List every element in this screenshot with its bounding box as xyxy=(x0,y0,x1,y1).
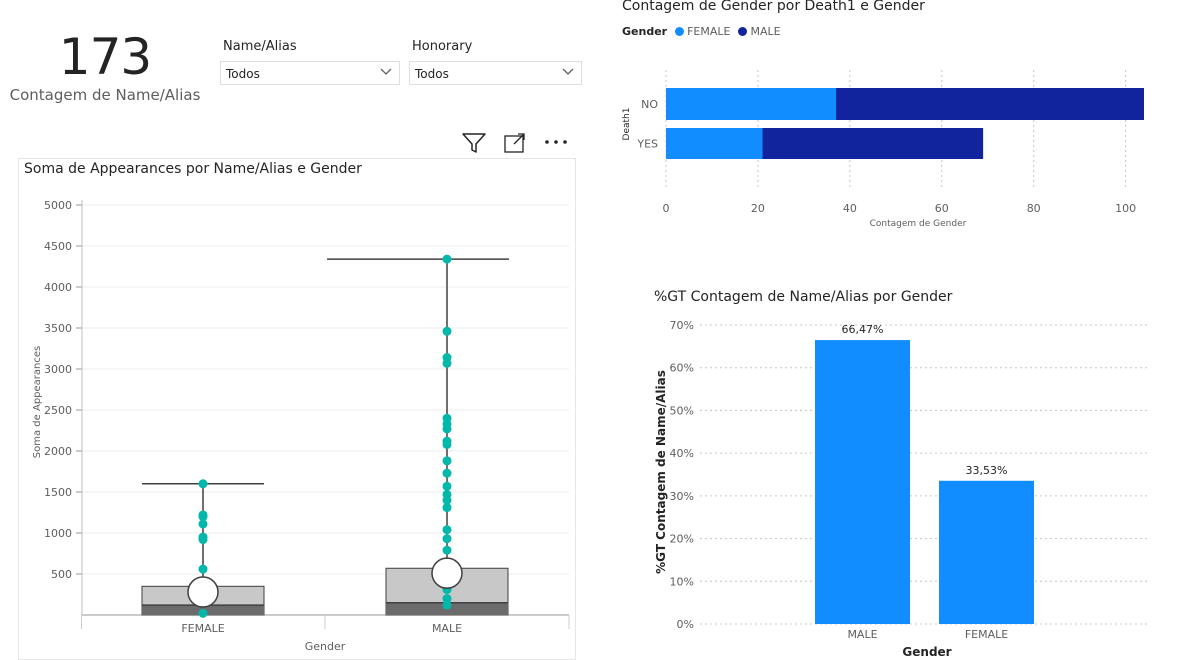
data-point xyxy=(442,456,452,466)
kpi-label: Contagem de Name/Alias xyxy=(9,86,201,104)
pct-title: %GT Contagem de Name/Alias por Gender xyxy=(654,289,953,305)
bar-segment xyxy=(762,128,984,159)
y-tick-label: NO xyxy=(641,98,658,111)
data-point xyxy=(198,535,208,545)
bar xyxy=(815,340,910,624)
data-point xyxy=(442,358,452,368)
slicer-name-alias-title: Name/Alias xyxy=(223,39,297,54)
data-label: 66,47% xyxy=(842,323,884,336)
data-point xyxy=(442,326,452,336)
data-point xyxy=(442,503,452,513)
y-tick-label: 3500 xyxy=(44,322,72,335)
y-tick-label: 1000 xyxy=(44,527,72,540)
data-point xyxy=(442,424,452,434)
y-tick-label: 0% xyxy=(677,618,694,631)
hbar-legend-title: Gender xyxy=(622,25,668,38)
mean-marker xyxy=(431,557,463,589)
more-options-icon[interactable] xyxy=(543,135,569,149)
chevron-down-icon xyxy=(562,68,574,75)
x-tick-label: 60 xyxy=(935,202,949,215)
boxplot-chart: 500 1000 1500 2000 2500 3000 3500 4000 4500 5000 F… xyxy=(32,199,570,653)
legend-female-label: FEMALE xyxy=(687,25,731,38)
bar-segment xyxy=(836,88,1144,120)
slicer-honorary-title: Honorary xyxy=(412,39,473,54)
y-tick-label: 40% xyxy=(670,447,694,460)
y-tick-label: 2500 xyxy=(44,404,72,417)
legend-female-dot xyxy=(674,27,684,36)
data-point xyxy=(442,525,452,535)
y-tick-label: 5000 xyxy=(44,199,72,212)
x-tick-label: 20 xyxy=(751,202,765,215)
pct-chart: 0% 10% 20% 30% 40% 50% 60% 70% 66,47% MALE 33,53% F… xyxy=(654,319,1150,659)
bar-segment xyxy=(666,88,837,120)
data-point xyxy=(442,254,452,264)
x-tick-label: 80 xyxy=(1027,202,1041,215)
legend-male-label: MALE xyxy=(750,25,781,38)
bar-segment xyxy=(666,128,763,159)
data-point xyxy=(442,468,452,478)
data-point xyxy=(442,439,452,449)
x-axis-title: Gender xyxy=(305,640,346,653)
y-tick-label: 70% xyxy=(670,319,694,332)
hbar-title: Contagem de Gender por Death1 e Gender xyxy=(622,0,925,14)
data-point xyxy=(198,479,208,489)
x-tick-label: MALE xyxy=(432,622,462,635)
hbar-legend: Gender FEMALE MALE xyxy=(622,25,781,38)
slicer-honorary-dropdown[interactable]: Todos xyxy=(409,61,582,85)
data-point xyxy=(442,481,452,491)
data-point xyxy=(198,519,208,529)
data-point xyxy=(442,534,452,544)
x-tick-label: 100 xyxy=(1115,202,1136,215)
slicer-name-alias-dropdown[interactable]: Todos xyxy=(220,61,400,85)
y-tick-label: 20% xyxy=(670,533,694,546)
y-tick-label: 1500 xyxy=(44,486,72,499)
slicer-name-alias-value: Todos xyxy=(226,67,260,81)
y-tick-label: 4500 xyxy=(44,240,72,253)
kpi-value: 173 xyxy=(58,28,152,86)
filter-icon[interactable] xyxy=(461,131,487,155)
x-tick-label: 0 xyxy=(663,202,670,215)
bar xyxy=(939,480,1034,624)
slicer-honorary-value: Todos xyxy=(415,67,449,81)
y-tick-label: 3000 xyxy=(44,363,72,376)
y-tick-label: YES xyxy=(636,138,658,151)
y-tick-label: 60% xyxy=(670,362,694,375)
y-axis-title: Death1 xyxy=(622,108,632,141)
chevron-down-icon xyxy=(380,68,392,75)
x-axis-title: Contagem de Gender xyxy=(870,219,967,229)
hbar-chart: 0 20 40 60 80 100 NO YES Contagem de Gender Death… xyxy=(622,70,1144,229)
x-tick-label: FEMALE xyxy=(965,628,1008,641)
data-point xyxy=(442,545,452,555)
boxplot-title: Soma de Appearances por Name/Alias e Gen… xyxy=(24,161,362,177)
x-axis-title: Gender xyxy=(902,645,951,659)
y-axis-title: Soma de Appearances xyxy=(32,346,43,458)
data-label: 33,53% xyxy=(966,464,1008,477)
y-tick-label: 50% xyxy=(670,404,694,417)
data-point xyxy=(198,608,208,618)
x-tick-label: FEMALE xyxy=(181,622,224,635)
y-tick-label: 30% xyxy=(670,490,694,503)
focus-mode-icon[interactable] xyxy=(503,132,527,154)
mean-marker xyxy=(187,576,219,608)
data-point xyxy=(198,564,208,574)
x-tick-label: 40 xyxy=(843,202,857,215)
y-tick-label: 500 xyxy=(51,568,72,581)
y-tick-label: 4000 xyxy=(44,281,72,294)
y-tick-label: 2000 xyxy=(44,445,72,458)
x-tick-label: MALE xyxy=(847,628,877,641)
legend-male-dot xyxy=(737,27,747,36)
data-point xyxy=(442,600,452,610)
y-tick-label: 10% xyxy=(670,575,694,588)
y-axis-title: %GT Contagem de Name/Alias xyxy=(654,370,668,574)
